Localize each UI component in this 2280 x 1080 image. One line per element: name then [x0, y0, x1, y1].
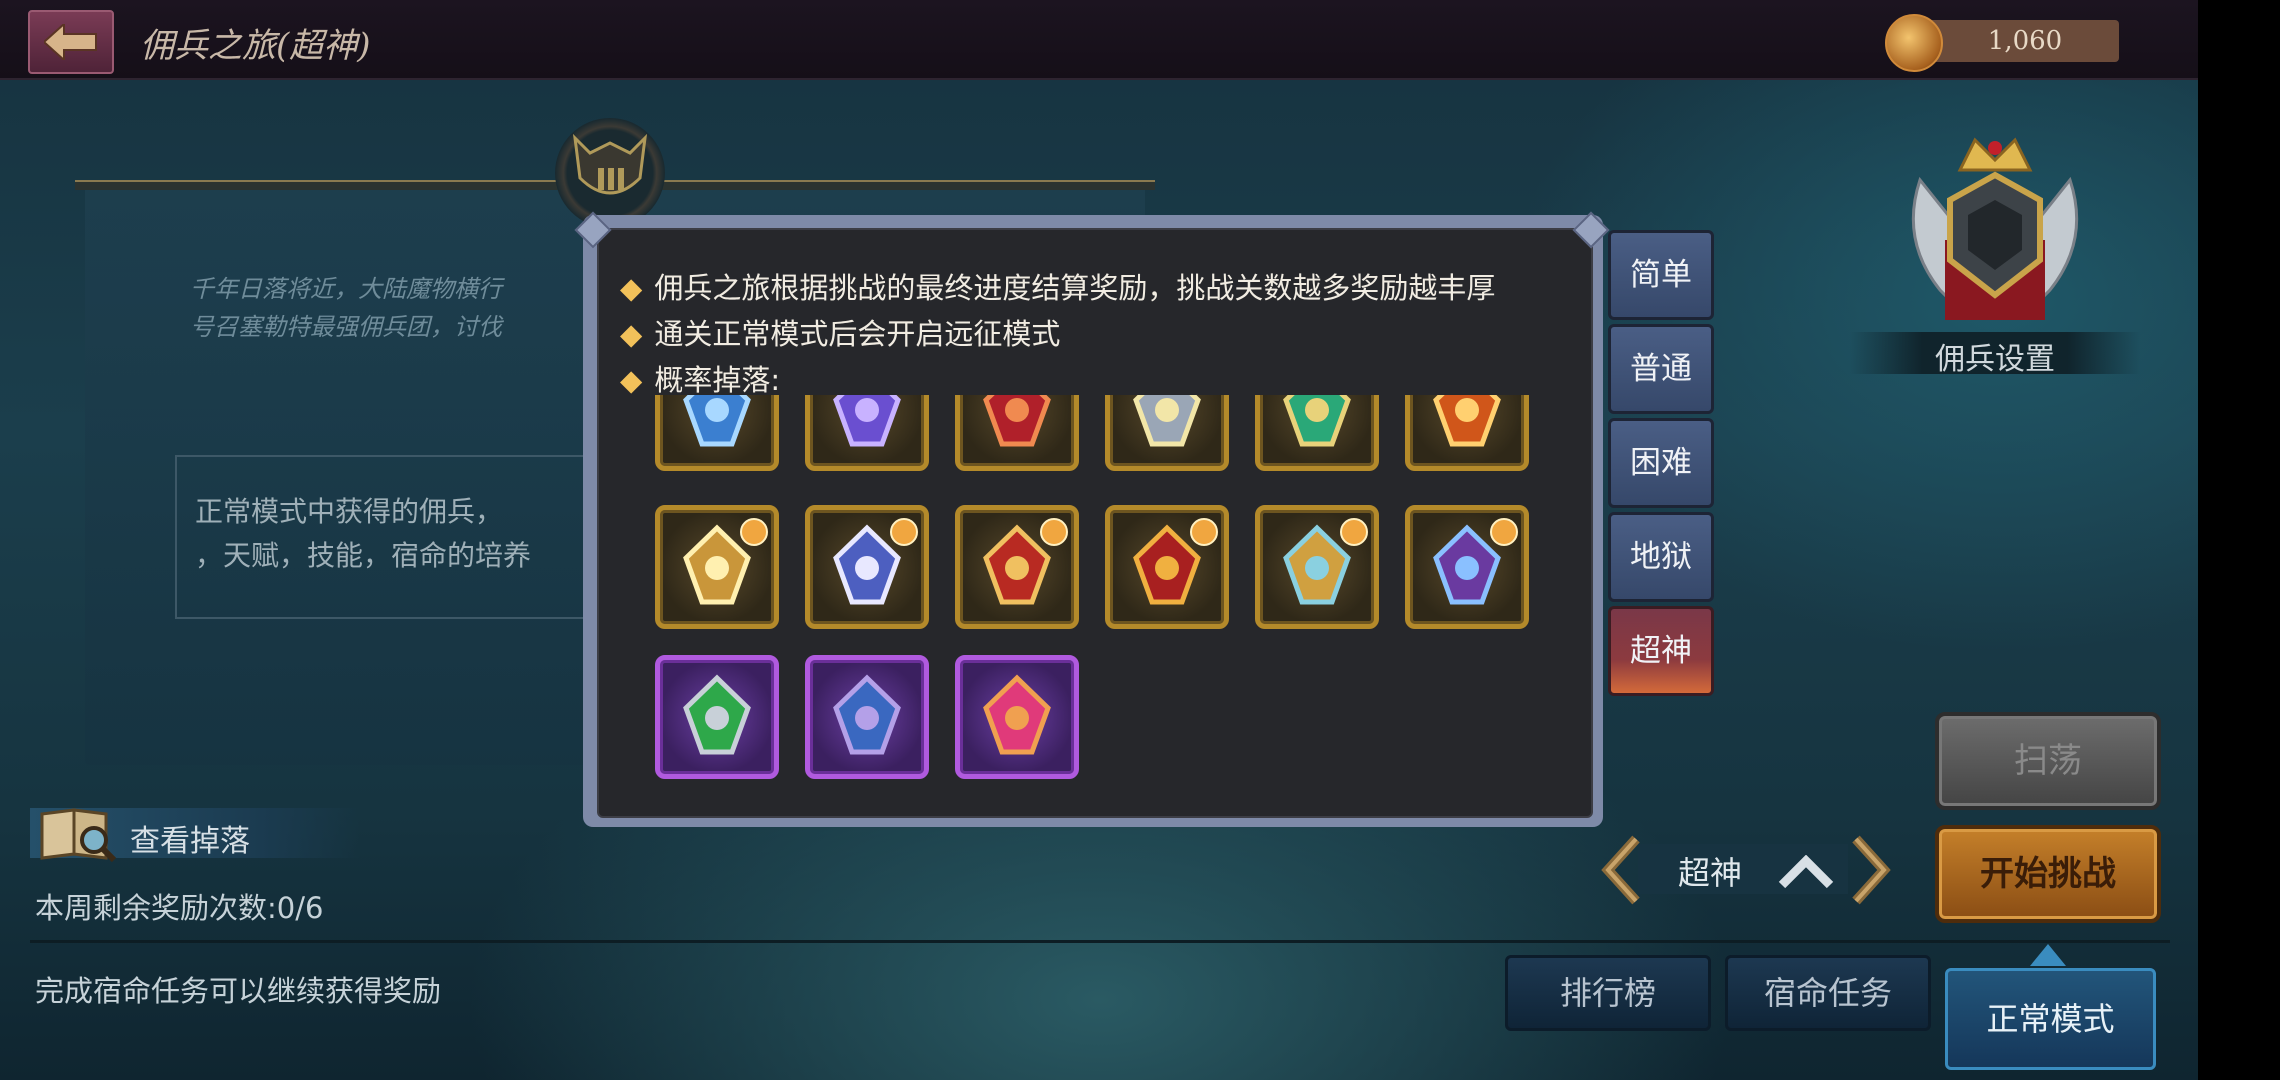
drop-item-slot[interactable]: [805, 505, 929, 629]
coin-icon: [1885, 14, 1943, 72]
drop-item-slot[interactable]: [1405, 395, 1529, 471]
red-helmet-icon: [983, 518, 1068, 605]
drop-item-slot[interactable]: [955, 655, 1079, 779]
green-crossbow-icon: [1283, 395, 1351, 447]
red-sword-icon: [983, 395, 1051, 447]
back-button[interactable]: [28, 10, 114, 74]
drop-item-slot[interactable]: [955, 395, 1079, 471]
drop-item-slot[interactable]: [805, 655, 929, 779]
normal-mode-tab[interactable]: 正常模式: [1945, 968, 2156, 1070]
sweep-button[interactable]: 扫荡: [1935, 712, 2161, 810]
crystal-ore-icon: [833, 674, 901, 755]
gold-armor-icon: [683, 518, 768, 605]
difficulty-tab-super[interactable]: 超神: [1608, 606, 1714, 696]
active-tab-indicator: [2030, 944, 2066, 966]
difficulty-selected-label[interactable]: 超神: [1650, 848, 1770, 894]
mode-info-text: 正常模式中获得的佣兵， ，天赋，技能，宿命的培养: [195, 495, 532, 572]
drop-item-slot[interactable]: [655, 655, 779, 779]
fate-quest-tip: 完成宿命任务可以继续获得奖励: [35, 974, 442, 1008]
drop-item-slot[interactable]: [1405, 505, 1529, 629]
drop-item-slot[interactable]: [955, 505, 1079, 629]
bracket-left-icon: [1601, 835, 1640, 905]
weekly-rewards-remaining: 本周剩余奖励次数:0/6: [35, 891, 324, 925]
bullet-diamond-icon: ◆: [620, 363, 643, 397]
silver-sword-icon: [1133, 395, 1201, 447]
drop-item-slot[interactable]: [805, 395, 929, 471]
dragon-ring-icon: [1283, 518, 1368, 605]
bullet-diamond-icon: ◆: [620, 317, 643, 351]
story-text: 千年日落将近，大陆魔物横行 号召塞勒特最强佣兵团，讨伐: [190, 275, 502, 341]
pink-gem-icon: [983, 674, 1051, 755]
difficulty-tab-easy[interactable]: 简单: [1608, 230, 1714, 320]
page-title: 佣兵之旅(超神): [140, 26, 371, 66]
view-drops-label[interactable]: 查看掉落: [130, 816, 250, 860]
rule-line: ◆ 通关正常模式后会开启远征模式: [620, 317, 1061, 351]
green-blade-icon: [683, 674, 751, 755]
bullet-diamond-icon: ◆: [620, 271, 643, 305]
drop-item-slot[interactable]: [1255, 505, 1379, 629]
winged-robe-icon: [833, 518, 918, 605]
rule-line: ◆ 佣兵之旅根据挑战的最终进度结算奖励，挑战关数越多奖励越丰厚: [620, 271, 1496, 305]
divider: [30, 940, 2170, 943]
leaderboard-tab[interactable]: 排行榜: [1505, 955, 1711, 1031]
drop-item-slot[interactable]: [1105, 395, 1229, 471]
chevron-up-icon[interactable]: [1778, 855, 1834, 889]
rule-line: ◆ 概率掉落:: [620, 363, 781, 397]
fate-quests-tab[interactable]: 宿命任务: [1725, 955, 1931, 1031]
back-arrow-icon: [44, 24, 97, 60]
game-screen: 佣兵之旅(超神) 1,060 千年日落将近，大陆魔物横行 号召塞勒特最强佣兵团，…: [0, 0, 2198, 1080]
bracket-right-icon: [1852, 835, 1891, 905]
normal-mode-label: 正常模式: [1986, 1000, 2115, 1038]
rank-emblem-icon[interactable]: [1890, 120, 2100, 334]
leaderboard-label: 排行榜: [1559, 974, 1656, 1012]
blue-sword-icon: [683, 395, 751, 447]
flame-axe-icon: [1433, 395, 1501, 447]
red-boots-icon: [1133, 518, 1218, 605]
helmet-emblem-icon: [555, 118, 665, 228]
book-magnifier-icon[interactable]: [38, 804, 118, 866]
sweep-label: 扫荡: [2014, 741, 2082, 781]
difficulty-tab-hell[interactable]: 地狱: [1608, 512, 1714, 602]
mercenary-settings-label[interactable]: 佣兵设置: [1850, 334, 2140, 378]
drop-items-grid[interactable]: [655, 395, 1555, 795]
difficulty-tab-hard[interactable]: 困难: [1608, 418, 1714, 508]
drop-item-slot[interactable]: [655, 395, 779, 471]
difficulty-tab-normal[interactable]: 普通: [1608, 324, 1714, 414]
screen-edge: [2198, 0, 2280, 1080]
fate-quests-label: 宿命任务: [1763, 974, 1892, 1012]
coin-value: 1,060: [1987, 26, 2063, 56]
drop-item-slot[interactable]: [1255, 395, 1379, 471]
violet-sword-icon: [833, 395, 901, 447]
start-challenge-label: 开始挑战: [1980, 854, 2116, 894]
start-challenge-button[interactable]: 开始挑战: [1935, 825, 2161, 923]
drop-item-slot[interactable]: [655, 505, 779, 629]
drop-item-slot[interactable]: [1105, 505, 1229, 629]
gem-necklace-icon: [1433, 518, 1518, 605]
